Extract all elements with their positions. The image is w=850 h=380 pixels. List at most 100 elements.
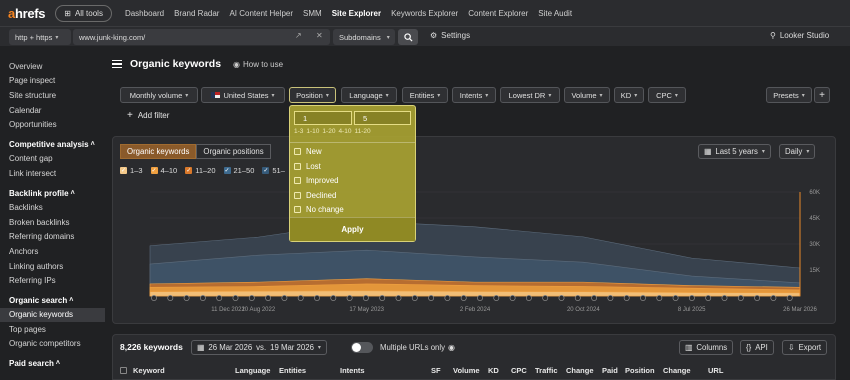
preset-1-3[interactable]: 1-3 <box>294 128 303 135</box>
nav-link-brand-radar[interactable]: Brand Radar <box>174 9 219 18</box>
settings-button[interactable]: ⚙ Settings <box>430 31 470 40</box>
sidebar-item-content-gap[interactable]: Content gap <box>0 152 105 167</box>
sidebar-item-referring-domains[interactable]: Referring domains <box>0 230 105 245</box>
sidebar-item-organic-keywords[interactable]: Organic keywords <box>0 307 105 323</box>
checkbox[interactable] <box>294 192 301 199</box>
intents-filter[interactable]: Intents ▾ <box>452 87 496 103</box>
sidebar-item-opportunities[interactable]: Opportunities <box>0 117 105 132</box>
granularity-select[interactable]: Daily ▾ <box>779 144 816 159</box>
col-sf[interactable]: SF <box>431 366 441 375</box>
option-new[interactable]: New <box>294 147 322 156</box>
sidebar-item-link-intersect[interactable]: Link intersect <box>0 166 105 181</box>
position-to-input[interactable]: 5 <box>354 111 411 125</box>
nav-link-ai-content-helper[interactable]: AI Content Helper <box>229 9 293 18</box>
entities-filter[interactable]: Entities ▾ <box>402 87 448 103</box>
legend-checkbox[interactable]: ✓ <box>262 167 270 174</box>
checkbox[interactable] <box>294 177 301 184</box>
url-input[interactable]: www.junk-king.com/ <box>73 29 330 45</box>
lowest-dr-filter[interactable]: Lowest DR ▾ <box>500 87 560 103</box>
presets-button[interactable]: Presets ▾ <box>766 87 812 103</box>
nav-link-content-explorer[interactable]: Content Explorer <box>468 9 528 18</box>
mode-select[interactable]: Subdomains ▾ <box>333 29 395 45</box>
col-paid[interactable]: Paid <box>602 366 618 375</box>
nav-link-site-audit[interactable]: Site Audit <box>538 9 572 18</box>
col-entities[interactable]: Entities <box>279 366 306 375</box>
multiple-urls-toggle[interactable] <box>351 342 373 353</box>
legend-item[interactable]: ✓ 1–3 <box>120 166 143 175</box>
sidebar-item-site-structure[interactable]: Site structure <box>0 88 105 103</box>
tab-organic-positions[interactable]: Organic positions <box>196 144 271 159</box>
preset-11-20[interactable]: 11-20 <box>354 128 370 135</box>
legend-checkbox[interactable]: ✓ <box>223 167 231 174</box>
nav-link-dashboard[interactable]: Dashboard <box>125 9 164 18</box>
preset-4-10[interactable]: 4-10 <box>338 128 351 135</box>
select-all-checkbox[interactable] <box>120 367 127 374</box>
volume-filter[interactable]: Volume ▾ <box>564 87 610 103</box>
col-volume[interactable]: Volume <box>453 366 480 375</box>
col-intents[interactable]: Intents <box>340 366 365 375</box>
sidebar-item-backlinks[interactable]: Backlinks <box>0 200 105 215</box>
sidebar-item-top-pages[interactable]: Top pages <box>0 322 105 337</box>
kd-filter[interactable]: KD ▾ <box>614 87 644 103</box>
country-filter[interactable]: United States ▾ <box>201 87 285 103</box>
date-range-select[interactable]: ▦ Last 5 years ▾ <box>698 144 771 159</box>
ahrefs-logo[interactable]: ahrefs <box>8 6 46 21</box>
language-filter[interactable]: Language ▾ <box>341 87 397 103</box>
menu-icon[interactable] <box>112 60 122 68</box>
clear-icon[interactable]: ✕ <box>316 31 323 40</box>
preset-1-10[interactable]: 1-10 <box>306 128 319 135</box>
legend-item[interactable]: ✓ 4–10 <box>150 166 177 175</box>
sidebar-item-organic-competitors[interactable]: Organic competitors <box>0 337 105 352</box>
legend-item[interactable]: ✓ 21–50 <box>223 166 254 175</box>
nav-link-site-explorer[interactable]: Site Explorer <box>332 9 381 18</box>
legend-item[interactable]: ✓ 11–20 <box>185 166 216 175</box>
tab-organic-keywords[interactable]: Organic keywords <box>120 144 197 159</box>
col-url[interactable]: URL <box>708 366 723 375</box>
apply-button[interactable]: Apply <box>290 217 415 241</box>
columns-button[interactable]: ▥ Columns <box>679 340 734 355</box>
checkbox[interactable] <box>294 163 301 170</box>
sidebar-item-broken-backlinks[interactable]: Broken backlinks <box>0 215 105 230</box>
sidebar-item-backlink-profile[interactable]: Backlink profile ˄ <box>0 186 105 201</box>
option-no-change[interactable]: No change <box>294 205 344 214</box>
col-traffic[interactable]: Traffic <box>535 366 558 375</box>
legend-checkbox[interactable]: ✓ <box>150 167 158 174</box>
col-cpc[interactable]: CPC <box>511 366 527 375</box>
protocol-select[interactable]: http + https ▾ <box>9 29 71 45</box>
all-tools-button[interactable]: ⊞ All tools <box>55 4 112 22</box>
position-filter[interactable]: Position ▾ <box>289 87 336 103</box>
sidebar-item-referring-ips[interactable]: Referring IPs <box>0 273 105 288</box>
checkbox[interactable] <box>294 148 301 155</box>
option-improved[interactable]: Improved <box>294 176 339 185</box>
nav-link-keywords-explorer[interactable]: Keywords Explorer <box>391 9 458 18</box>
col-kd[interactable]: KD <box>488 366 499 375</box>
api-button[interactable]: {} API <box>740 340 774 355</box>
col-position-change[interactable]: Change <box>663 366 691 375</box>
col-language[interactable]: Language <box>235 366 270 375</box>
legend-item[interactable]: ✓ 51– <box>262 166 285 175</box>
option-declined[interactable]: Declined <box>294 191 336 200</box>
nav-link-smm[interactable]: SMM <box>303 9 322 18</box>
legend-checkbox[interactable]: ✓ <box>120 167 127 174</box>
legend-checkbox[interactable]: ✓ <box>185 167 193 174</box>
sidebar-item-page-inspect[interactable]: Page inspect <box>0 74 105 89</box>
sidebar-item-organic-search[interactable]: Organic search ˄ <box>0 293 105 308</box>
external-link-icon[interactable]: ↗ <box>295 31 302 40</box>
how-to-use-link[interactable]: ◉ How to use <box>233 60 283 69</box>
col-change[interactable]: Change <box>566 366 594 375</box>
sidebar-item-competitive-analysis[interactable]: Competitive analysis ˄ <box>0 137 105 152</box>
help-icon[interactable]: ◉ <box>448 343 455 352</box>
sidebar-item-linking-authors[interactable]: Linking authors <box>0 259 105 274</box>
position-from-input[interactable]: 1 <box>294 111 352 125</box>
add-preset-button[interactable]: + <box>814 87 830 103</box>
add-filter-button[interactable]: + Add filter <box>127 110 169 121</box>
search-button[interactable] <box>398 29 418 45</box>
col-position[interactable]: Position <box>625 366 655 375</box>
cpc-filter[interactable]: CPC ▾ <box>648 87 686 103</box>
preset-1-20[interactable]: 1-20 <box>322 128 335 135</box>
checkbox[interactable] <box>294 206 301 213</box>
option-lost[interactable]: Lost <box>294 162 321 171</box>
compare-date-select[interactable]: ▦ 26 Mar 2026 vs. 19 Mar 2026 ▾ <box>191 340 327 355</box>
sidebar-item-overview[interactable]: Overview <box>0 59 105 74</box>
col-keyword[interactable]: Keyword <box>133 366 165 375</box>
